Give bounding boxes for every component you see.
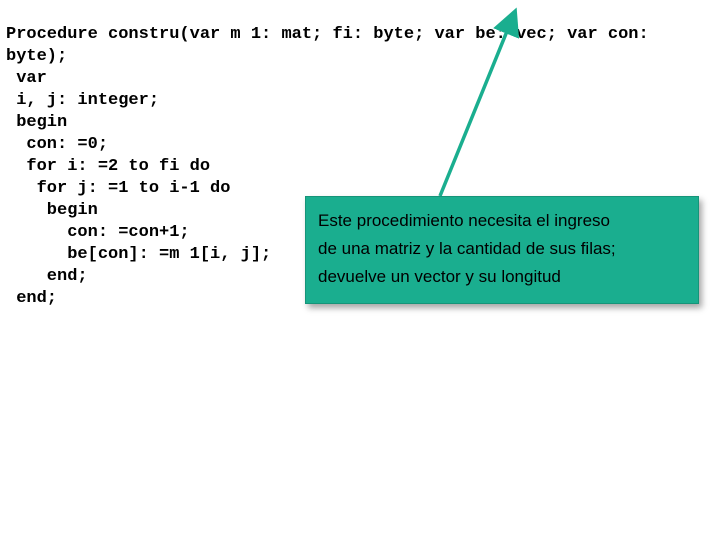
code-line: con: =con+1; bbox=[6, 223, 190, 242]
code-line: for j: =1 to i-1 do bbox=[6, 179, 230, 198]
slide: Procedure constru(var m 1: mat; fi: byte… bbox=[0, 0, 720, 540]
code-line: byte); bbox=[6, 47, 67, 66]
code-line: end; bbox=[6, 267, 88, 286]
code-line: con: =0; bbox=[6, 135, 108, 154]
callout-line: Este procedimiento necesita el ingreso bbox=[318, 207, 686, 235]
callout-line: devuelve un vector y su longitud bbox=[318, 263, 686, 291]
code-line: for i: =2 to fi do bbox=[6, 157, 210, 176]
code-line: begin bbox=[6, 201, 98, 220]
callout-box: Este procedimiento necesita el ingreso d… bbox=[305, 196, 699, 304]
code-line: be[con]: =m 1[i, j]; bbox=[6, 245, 271, 264]
callout-line: de una matriz y la cantidad de sus filas… bbox=[318, 235, 686, 263]
code-line: var bbox=[6, 69, 47, 88]
code-line: Procedure constru(var m 1: mat; fi: byte… bbox=[6, 25, 649, 44]
code-line: begin bbox=[6, 113, 67, 132]
code-line: i, j: integer; bbox=[6, 91, 159, 110]
code-line: end; bbox=[6, 289, 57, 308]
